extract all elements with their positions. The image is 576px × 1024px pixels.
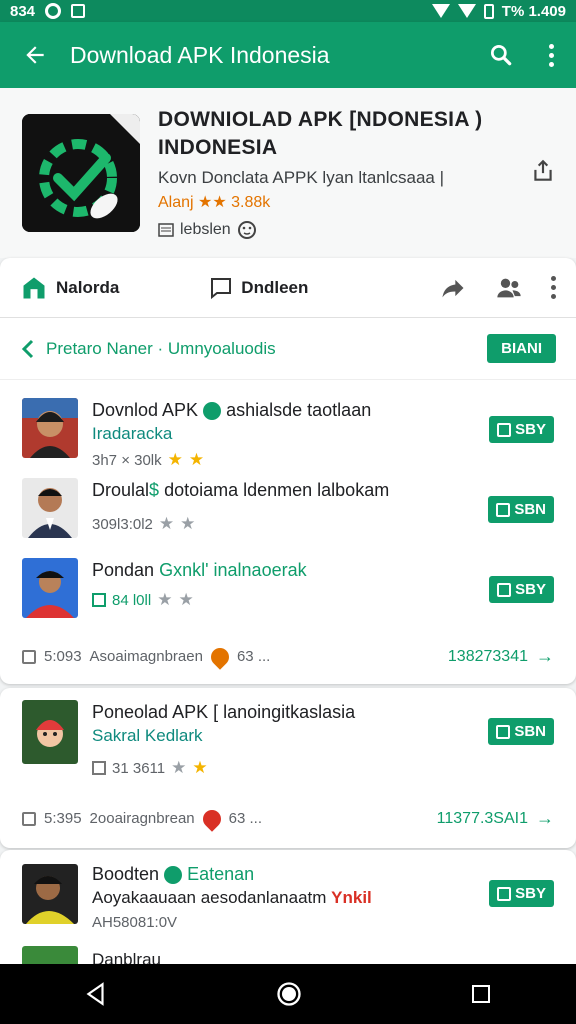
forward-share-icon[interactable]	[439, 274, 467, 302]
checkbox-icon[interactable]	[22, 649, 36, 664]
comments-tab[interactable]: Dndleen	[209, 276, 308, 300]
section-header: Pretaro Naner · Umnyoaluodis BIANI	[0, 318, 576, 380]
item-title: Dovnlod APK ashialsde taotlaan	[92, 400, 372, 421]
people-icon[interactable]	[495, 274, 523, 302]
verified-icon	[164, 866, 183, 885]
item-meta: 31 3611 ★ ★	[92, 758, 208, 778]
verified-icon	[203, 402, 222, 421]
comment-icon	[211, 277, 232, 299]
avatar	[22, 558, 78, 618]
card-footer: 5:093 Asoaimagnbraen 63 ... 138273341 →	[22, 643, 554, 670]
avatar	[22, 478, 78, 538]
arrow-right-icon[interactable]: →	[536, 646, 554, 667]
signal-icon	[457, 4, 476, 18]
nav-home-icon[interactable]	[275, 980, 303, 1008]
download-icon	[497, 582, 512, 597]
list-item[interactable]: Dovnlod APK ashialsde taotlaan Iradarack…	[0, 386, 576, 469]
system-nav-bar	[0, 964, 576, 1024]
search-button[interactable]	[476, 42, 526, 68]
app-card: Boodten Eatenan Aoyakaauaan aesodanlanaa…	[0, 850, 576, 970]
search-icon	[490, 44, 512, 66]
image-notification-icon	[71, 4, 86, 18]
arrow-left-icon	[26, 46, 44, 64]
checkbox-icon[interactable]	[22, 811, 36, 826]
get-button[interactable]: SBY	[489, 576, 554, 603]
item-title: Poneolad APK [ lanoingitkaslasia	[92, 702, 356, 722]
home-tab[interactable]: Nalorda	[20, 274, 119, 302]
share-button[interactable]	[530, 158, 556, 189]
arrow-right-icon[interactable]: →	[536, 808, 554, 829]
get-button[interactable]: SBN	[488, 718, 554, 745]
item-title: Pondan Gxnkl' inalnaoerak	[92, 560, 307, 580]
app-subtitle: Kovn Donclata APPK lyan ltanlcsaaa |	[158, 168, 445, 187]
item-title: Boodten Eatenan	[92, 864, 255, 885]
section-title: Pretaro Naner · Umnyoaluodis	[46, 338, 276, 358]
nav-back-icon[interactable]	[83, 981, 109, 1007]
item-meta: 309l3:0l2 ★ ★	[92, 514, 196, 533]
get-button[interactable]: SBY	[489, 416, 554, 443]
item-title: Droulal$ dotoiama ldenmen lalbokam	[92, 480, 390, 500]
get-button[interactable]: SBN	[488, 496, 554, 523]
app-header: DOWNIOLAD APK [NDONESIA ) INDONESIA Kovn…	[0, 88, 576, 258]
get-button[interactable]: SBY	[489, 880, 554, 907]
card-overflow-button[interactable]	[551, 276, 556, 299]
section-action-button[interactable]: BIANI	[487, 334, 556, 363]
list-item[interactable]: Boodten Eatenan Aoyakaauaan aesodanlanaa…	[0, 850, 576, 946]
list-icon	[158, 223, 174, 237]
download-icon	[496, 724, 511, 739]
download-icon	[497, 886, 512, 901]
nav-recents-icon[interactable]	[469, 982, 493, 1006]
page-title: Download APK Indonesia	[70, 41, 330, 68]
share-icon	[534, 159, 552, 181]
avatar	[22, 398, 78, 458]
status-bar: 834 T% 1.409	[0, 0, 576, 22]
app-meta: lebslen	[158, 220, 257, 240]
app-bar: Download APK Indonesia	[0, 22, 576, 88]
list-item[interactable]: Droulal$ dotoiama ldenmen lalbokam 309l3…	[0, 466, 576, 546]
app-rating: Alanj ★★ 3.88k	[158, 194, 271, 211]
avatar	[22, 700, 78, 764]
battery-icon	[483, 3, 494, 19]
apps-list-card: Nalorda Dndleen Pretaro Naner · Umnyoalu…	[0, 258, 576, 684]
item-subtitle: Aoyakaauaan aesodanlanaatm Ynkil	[92, 888, 372, 907]
card-footer: 5:395 2ooairagnbrean 63 ... 11377.3SAI1 …	[22, 805, 554, 832]
face-icon	[237, 221, 256, 239]
wifi-icon	[431, 4, 450, 18]
app-title: DOWNIOLAD APK [NDONESIA ) INDONESIA	[158, 108, 483, 159]
status-time: 834	[10, 2, 36, 20]
item-meta: 84 l0ll ★ ★	[92, 590, 194, 610]
notification-icon	[45, 3, 62, 19]
store-icon	[23, 277, 45, 298]
item-meta: AH58081:0V	[92, 914, 178, 931]
app-icon	[22, 114, 140, 232]
download-icon	[496, 502, 511, 517]
back-button[interactable]	[0, 42, 70, 68]
chevron-left-icon[interactable]	[20, 339, 36, 359]
overflow-menu-button[interactable]	[526, 43, 576, 67]
status-right-text: T% 1.409	[501, 2, 566, 20]
avatar	[22, 864, 78, 924]
checkmark-logo-icon	[22, 114, 140, 232]
item-subtitle: Iradaracka	[92, 424, 173, 443]
download-icon	[497, 422, 512, 437]
item-subtitle: Sakral Kedlark	[92, 726, 203, 745]
list-item[interactable]: Poneolad APK [ lanoingitkaslasia Sakral …	[0, 688, 576, 788]
location-pin-icon	[207, 643, 233, 670]
action-row: Nalorda Dndleen	[0, 258, 576, 318]
list-item[interactable]: Pondan Gxnkl' inalnaoerak 84 l0ll ★ ★ SBY	[0, 546, 576, 626]
avatar	[22, 946, 78, 966]
app-card: Poneolad APK [ lanoingitkaslasia Sakral …	[0, 688, 576, 848]
location-pin-icon	[198, 805, 225, 832]
